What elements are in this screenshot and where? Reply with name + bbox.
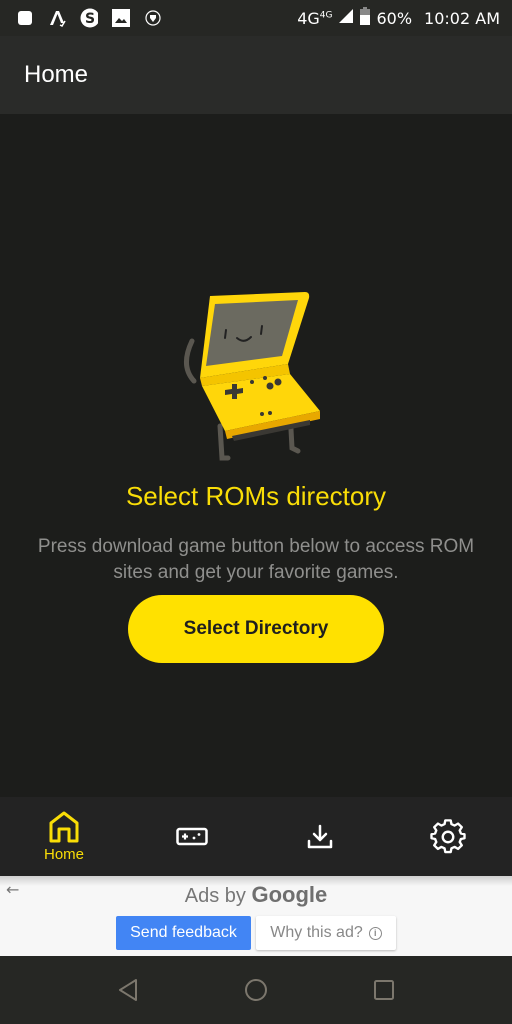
svg-text:S: S	[85, 11, 95, 27]
why-this-ad-button[interactable]: Why this ad? i	[256, 916, 396, 950]
signal-icon	[338, 8, 354, 28]
gear-icon	[430, 818, 466, 853]
home-circle-icon	[245, 979, 267, 1001]
recents-square-icon	[374, 980, 394, 1000]
nav-item-games[interactable]	[128, 797, 256, 876]
home-content: Select ROMs directory Press download gam…	[0, 114, 512, 797]
clock: 10:02 AM	[424, 8, 500, 28]
page-title: Home	[24, 61, 89, 88]
gamepad-icon	[176, 827, 208, 845]
nav-item-home[interactable]: Home	[0, 797, 128, 876]
system-recents-button[interactable]	[370, 976, 398, 1004]
system-navigation-bar	[0, 956, 512, 1024]
home-icon	[49, 811, 79, 843]
ad-banner: ← Ads by Google Send feedback Why this a…	[0, 876, 512, 956]
system-home-button[interactable]	[242, 976, 270, 1004]
nav-item-downloads[interactable]	[256, 797, 384, 876]
handheld-console-illustration	[184, 292, 320, 461]
google-wordmark: Google	[251, 882, 328, 907]
why-this-ad-label: Why this ad?	[270, 924, 363, 941]
app-square-icon	[16, 9, 34, 27]
nav-label-home: Home	[43, 846, 84, 863]
download-icon	[307, 824, 333, 848]
send-feedback-button[interactable]: Send feedback	[116, 916, 251, 950]
app-bar: Home	[0, 36, 512, 114]
select-directory-button[interactable]: Select Directory	[128, 595, 384, 663]
network-type: 4G4G	[297, 8, 333, 28]
bottom-navigation: Home	[0, 797, 512, 876]
font-app-icon	[48, 9, 66, 27]
empty-state-description: Press download game button below to acce…	[37, 536, 475, 583]
skype-icon: S	[80, 8, 98, 28]
nav-item-settings[interactable]	[384, 797, 512, 876]
battery-icon	[360, 7, 371, 29]
gallery-icon	[112, 9, 130, 27]
system-back-button[interactable]	[114, 976, 142, 1004]
empty-state-title: Select ROMs directory	[125, 481, 387, 511]
status-bar: S 4G4G 60% 10:02 AM	[0, 0, 512, 36]
vpn-shield-icon	[144, 9, 162, 27]
back-triangle-icon	[119, 979, 137, 1001]
ads-by-google-label: Ads by Google	[184, 882, 328, 907]
info-icon: i	[368, 926, 382, 940]
battery-percent: 60%	[376, 8, 413, 28]
